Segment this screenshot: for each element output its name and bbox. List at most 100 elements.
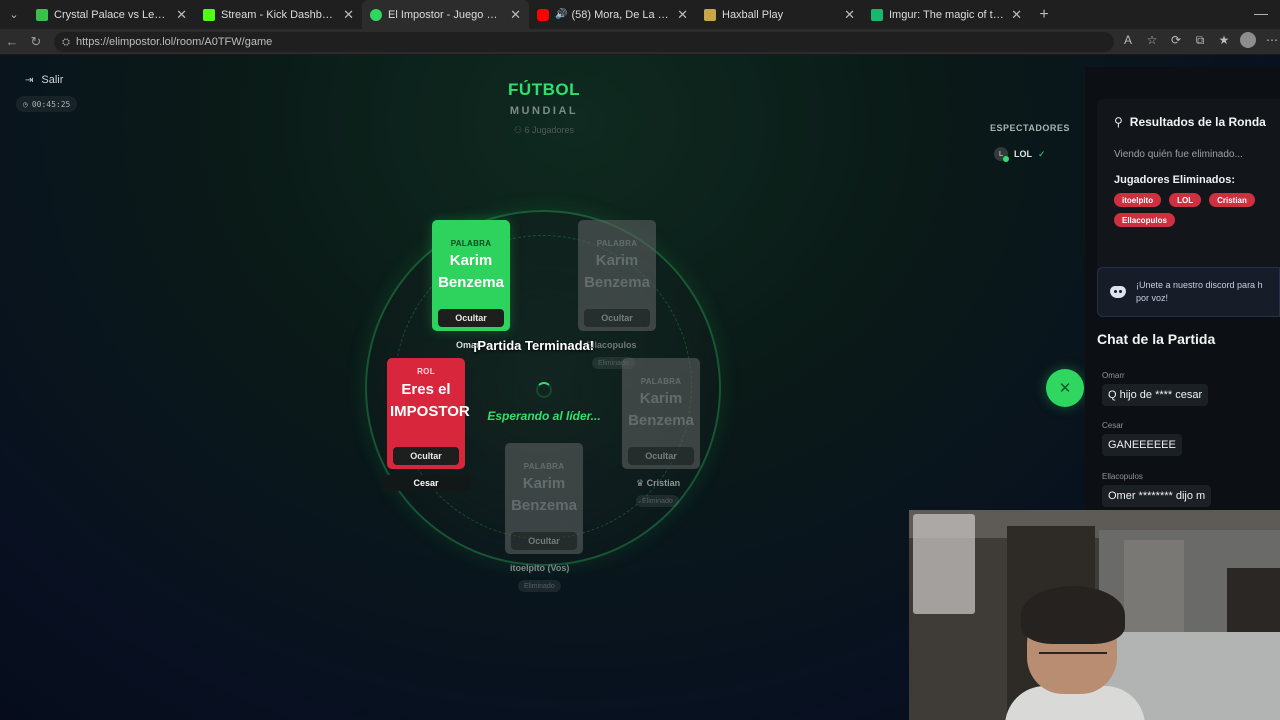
category-subtitle: MUNDIAL [509, 105, 579, 117]
player-card-itoelpito: PALABRA Karim Benzema Ocultar [505, 443, 583, 554]
refresh-extension-icon[interactable]: ⟳ [1168, 33, 1184, 47]
url-field[interactable]: ⛭ https://elimpostor.lol/room/A0TFW/game [54, 32, 1114, 52]
eliminated-chip: Cristian [1209, 193, 1255, 207]
cam-clothes [913, 514, 975, 614]
hide-card-button[interactable]: Ocultar [393, 447, 459, 465]
tab-kick[interactable]: Stream - Kick Dashboard ✕ [195, 0, 362, 29]
eliminated-chip: LOL [1169, 193, 1202, 207]
loading-spinner-icon [536, 382, 552, 398]
favicon-icon [36, 8, 48, 21]
site-info-icon[interactable]: ⛭ [62, 37, 70, 48]
eliminated-badge: Eliminado [636, 495, 679, 507]
favorites-icon[interactable]: ★ [1216, 33, 1232, 47]
eliminated-chip: Ellacopulos [1114, 213, 1175, 227]
user-x-icon: ⚲ [1114, 115, 1123, 129]
tab-crystal-palace[interactable]: Crystal Palace vs Leeds - marcador ✕ [28, 0, 195, 29]
results-subtitle: Viendo quién fue eliminado... [1114, 149, 1243, 160]
players-count: ⚇ 6 Jugadores [0, 125, 1088, 136]
check-icon: ✓ [1038, 148, 1046, 159]
close-icon[interactable]: ✕ [176, 7, 187, 23]
chevron-down-icon: ⌄ [9, 9, 19, 21]
hide-card-button[interactable]: Ocultar [584, 309, 650, 327]
tab-title: Imgur: The magic of the Internet [889, 8, 1005, 21]
discord-line-1: ¡Unete a nuestro discord para h [1136, 280, 1263, 290]
back-icon[interactable]: ← [0, 34, 24, 49]
card-word: Karim Benzema [511, 475, 577, 514]
read-aloud-icon[interactable]: A [1120, 33, 1136, 47]
round-results-card: ⚲ Resultados de la Ronda Viendo quién fu… [1097, 99, 1280, 275]
chat-title: Chat de la Partida [1097, 331, 1216, 347]
chat-author: Ellacopulos [1102, 472, 1143, 481]
chat-author: Cesar [1102, 421, 1124, 430]
player-card-omar: PALABRA Karim Benzema Ocultar [432, 220, 510, 331]
eliminated-title: Jugadores Eliminados: [1114, 174, 1236, 186]
crown-icon: ♛ [636, 478, 647, 488]
close-icon[interactable]: ✕ [677, 7, 688, 23]
eliminated-chip: itoelpito [1114, 193, 1162, 207]
tab-imgur[interactable]: Imgur: The magic of the Internet ✕ [863, 0, 1030, 29]
game-over-title: ¡Partida Terminada! [473, 338, 595, 353]
reload-icon[interactable]: ↻ [24, 34, 48, 50]
chat-text: Q hijo de **** cesar [1102, 384, 1209, 406]
tab-list-button[interactable]: ⌄ [0, 0, 28, 29]
minimize-icon[interactable]: — [1254, 5, 1268, 21]
chat-message: Ellacopulos Omer ******** dijo m [1102, 472, 1212, 507]
hide-card-button[interactable]: Ocultar [628, 447, 694, 465]
card-label: PALABRA [640, 377, 682, 386]
favorite-star-icon[interactable]: ☆ [1144, 33, 1160, 47]
player-card-ellacopulos: PALABRA Karim Benzema Ocultar [578, 220, 656, 331]
spectators-label: ESPECTADORES [990, 123, 1070, 133]
close-icon[interactable]: ✕ [844, 7, 855, 23]
discord-banner[interactable]: ¡Unete a nuestro discord para h por voz! [1097, 267, 1280, 317]
speaker-icon: 🔊 [555, 9, 568, 20]
player-name-cristian: ♛ Cristian [636, 478, 680, 489]
close-icon[interactable]: ✕ [1011, 7, 1022, 23]
webcam-overlay [909, 510, 1280, 720]
toolbar-icons: A ☆ ⟳ ⧉ ★ ⋯ [1120, 32, 1280, 48]
chat-message: Cesar GANEEEEEE [1102, 421, 1182, 456]
impostor-favicon-icon [370, 8, 382, 21]
tab-haxball[interactable]: Haxball Play ✕ [696, 0, 863, 29]
youtube-icon [537, 8, 549, 21]
spectator-item: L LOL ✓ [994, 147, 1046, 162]
card-label: PALABRA [450, 239, 492, 248]
player-name-cesar: Cesar [381, 475, 471, 491]
more-icon[interactable]: ⋯ [1264, 33, 1280, 47]
waiting-text: Esperando al líder... [487, 409, 601, 423]
tab-title: El Impostor - Juego Online Gratis [388, 8, 504, 21]
players-count-label: 6 Jugadores [524, 125, 575, 135]
new-tab-button[interactable]: + [1030, 6, 1058, 24]
tab-bar: ⌄ Crystal Palace vs Leeds - marcador ✕ S… [0, 0, 1280, 29]
discord-icon [1110, 286, 1126, 298]
eliminated-badge: Eliminado [518, 580, 561, 592]
eliminated-list: itoelpito LOL Cristian Ellacopulos [1114, 193, 1274, 227]
extensions-icon[interactable]: ⧉ [1192, 33, 1208, 48]
hide-card-button[interactable]: Ocultar [511, 532, 577, 550]
cam-person-glasses [1039, 652, 1107, 664]
users-icon: ⚇ [513, 125, 525, 135]
chat-text: GANEEEEEE [1102, 434, 1182, 456]
tab-el-impostor[interactable]: El Impostor - Juego Online Gratis ✕ [362, 0, 529, 29]
tab-youtube[interactable]: 🔊 (58) Mora, De La Rose - AURORA ✕ [529, 0, 696, 29]
player-name-text: Cristian [646, 478, 681, 488]
close-icon[interactable]: ✕ [343, 7, 354, 23]
hide-card-button[interactable]: Ocultar [438, 309, 504, 327]
haxball-icon [704, 8, 716, 21]
close-icon[interactable]: ✕ [510, 7, 521, 23]
close-fab-button[interactable]: ✕ [1046, 369, 1084, 407]
tab-title: Stream - Kick Dashboard [221, 8, 338, 21]
card-label: PALABRA [523, 462, 565, 471]
card-word: Karim Benzema [438, 252, 504, 291]
avatar: L [994, 147, 1009, 162]
results-header: ⚲ Resultados de la Ronda [1114, 115, 1280, 129]
imgur-icon [871, 8, 883, 21]
discord-line-2: por voz! [1136, 293, 1169, 303]
card-label: ROL [417, 367, 435, 376]
spectator-name: LOL [1014, 149, 1032, 159]
address-bar: ← ↻ ⛭ https://elimpostor.lol/room/A0TFW/… [0, 29, 1280, 55]
kick-icon [203, 8, 215, 21]
player-name-itoelpito: itoelpito (Vos) [510, 563, 570, 573]
profile-avatar[interactable] [1240, 32, 1256, 48]
card-word: Karim Benzema [584, 252, 650, 291]
chat-text: Omer ******** dijo m [1102, 485, 1212, 507]
